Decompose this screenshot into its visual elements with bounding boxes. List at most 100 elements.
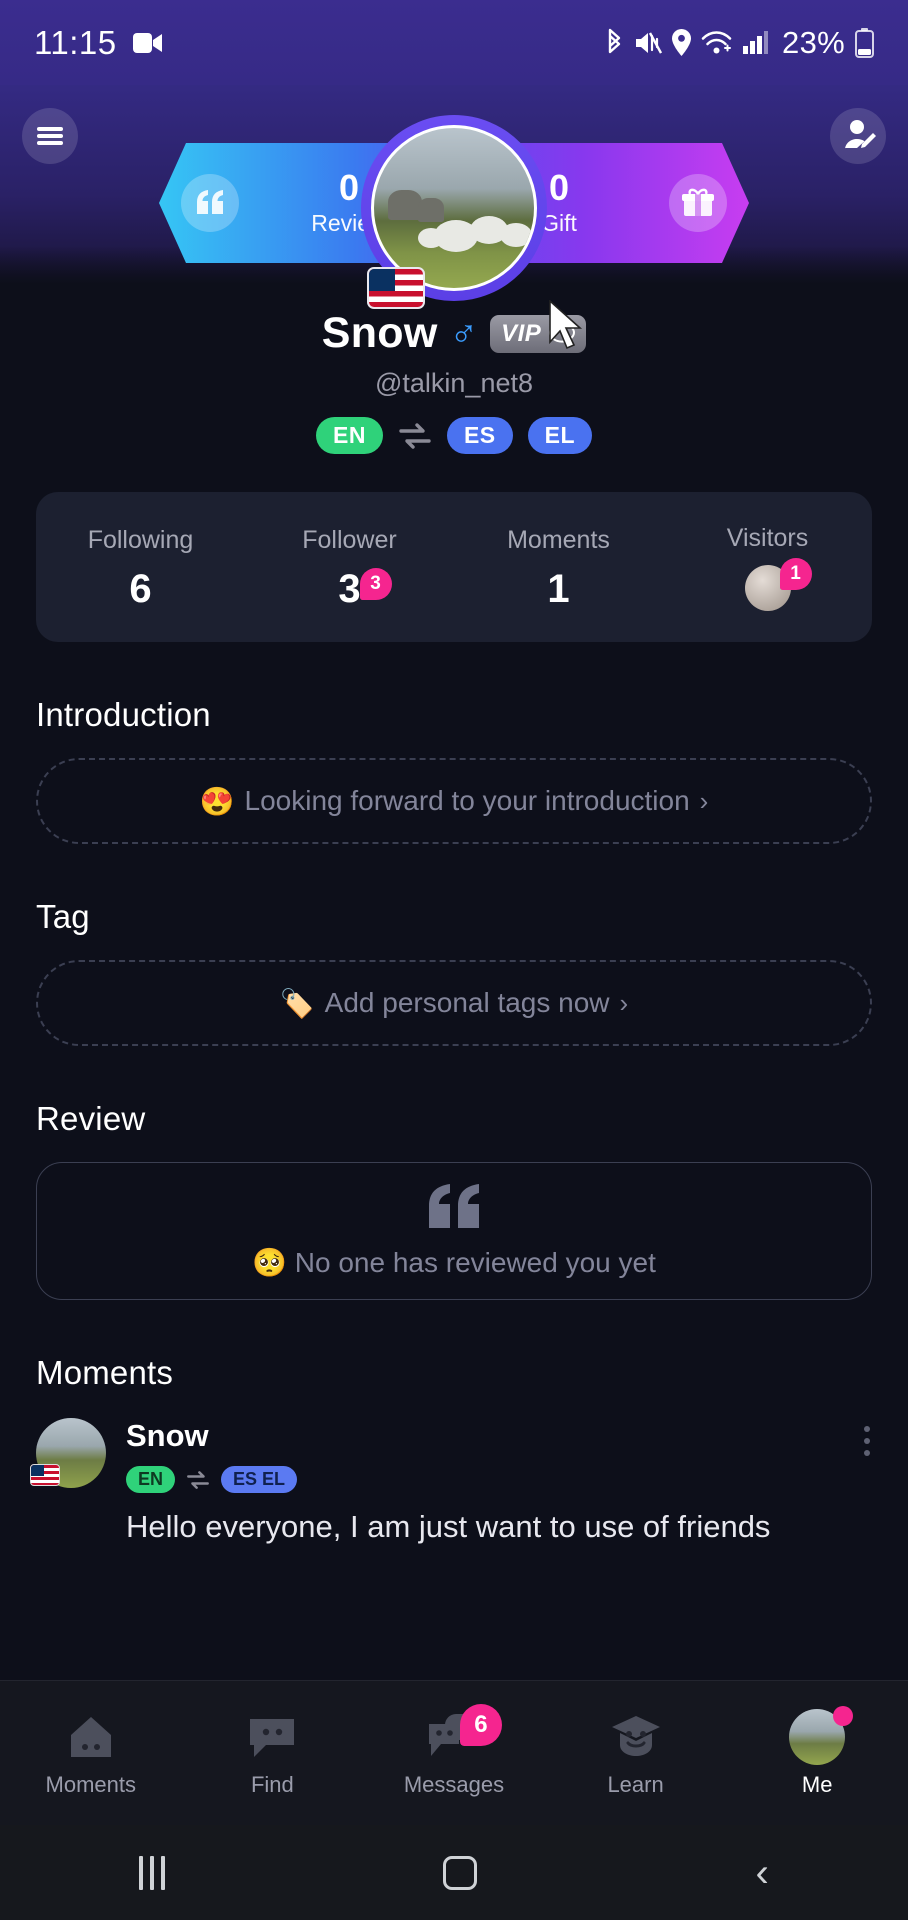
tab-me[interactable]: Me — [726, 1706, 908, 1798]
tab-learn[interactable]: Learn — [545, 1708, 727, 1798]
review-empty-text: No one has reviewed you yet — [294, 1246, 656, 1278]
wifi-icon — [701, 30, 732, 56]
profile-header: 0 Review 0 Gift — [0, 85, 908, 350]
stat-visitors[interactable]: Visitors 1 — [663, 524, 872, 611]
recents-icon[interactable] — [139, 1855, 166, 1890]
tag-placeholder-text: Add personal tags now — [324, 987, 610, 1018]
tab-label: Find — [250, 1772, 294, 1797]
moment-native-language: EN — [126, 1466, 176, 1493]
stat-label: Follower — [302, 525, 397, 554]
user-handle: @talkin_net8 — [374, 368, 533, 398]
introduction-title: Introduction — [36, 696, 211, 733]
stat-label: Following — [87, 525, 194, 554]
back-button-icon[interactable]: ‹ — [756, 1853, 769, 1893]
moment-author-name: Snow — [126, 1418, 209, 1453]
moment-post[interactable]: Snow EN ES EL Hello everyone, I am just … — [30, 1418, 872, 1545]
tab-label: Moments — [45, 1772, 137, 1797]
chat-bubble-icon — [182, 1708, 364, 1766]
moment-author-avatar[interactable] — [30, 1418, 106, 1488]
stat-follower[interactable]: Follower 3 3 — [245, 526, 454, 609]
status-bar-right: 23% — [604, 25, 874, 61]
us-flag-icon — [30, 1464, 60, 1486]
home-button-icon[interactable] — [443, 1855, 478, 1890]
status-bar-left: 11:15 — [34, 24, 163, 62]
chevron-right-icon: › — [699, 785, 709, 816]
heart-eyes-emoji: 😍 — [199, 785, 235, 817]
tab-moments[interactable]: Moments — [0, 1708, 182, 1798]
me-notification-dot — [833, 1706, 854, 1726]
edit-profile-button[interactable] — [830, 108, 886, 164]
moments-title: Moments — [36, 1354, 174, 1391]
introduction-placeholder-text: Looking forward to your introduction — [244, 785, 690, 816]
mute-icon — [634, 30, 663, 56]
vip-label: VIP — [501, 319, 542, 347]
status-time: 11:15 — [34, 23, 117, 61]
visitors-badge: 1 — [779, 557, 812, 590]
hamburger-menu-button[interactable] — [22, 108, 78, 164]
stat-value: 6 — [129, 566, 152, 611]
moment-learning-languages: ES EL — [221, 1466, 298, 1493]
learning-language-badge-0[interactable]: ES — [446, 417, 513, 454]
moment-text: Hello everyone, I am just want to use of… — [126, 1509, 771, 1544]
gift-icon — [669, 174, 727, 232]
edit-profile-icon — [840, 119, 876, 153]
moment-language-badges: EN ES EL — [126, 1466, 872, 1493]
mouse-cursor — [548, 300, 590, 356]
tab-label: Me — [801, 1772, 833, 1797]
user-name: Snow — [321, 309, 438, 357]
stat-moments[interactable]: Moments 1 — [454, 526, 663, 609]
language-swap-icon — [186, 1470, 210, 1489]
chevron-right-icon: › — [619, 987, 629, 1018]
battery-percent: 23% — [782, 24, 845, 60]
add-tag-button[interactable]: 🏷️ Add personal tags now › — [36, 960, 872, 1046]
stat-label: Moments — [507, 525, 610, 554]
male-gender-icon: ♂ — [449, 312, 479, 354]
tag-section: Tag 🏷️ Add personal tags now › — [36, 898, 872, 1046]
profile-avatar[interactable] — [361, 115, 547, 309]
review-empty-state[interactable]: 🥺 No one has reviewed you yet — [36, 1162, 872, 1300]
bluetooth-icon — [604, 28, 624, 58]
review-empty-row: 🥺 No one has reviewed you yet — [252, 1246, 656, 1279]
bottom-tab-bar: Moments Find 6 Messages Learn Me — [0, 1680, 908, 1825]
more-vertical-icon[interactable] — [864, 1426, 870, 1456]
video-camera-icon — [132, 32, 163, 54]
native-language-badge[interactable]: EN — [315, 417, 383, 454]
messages-icon: 6 — [363, 1704, 545, 1766]
learning-language-badge-1[interactable]: EL — [527, 417, 593, 454]
follower-badge: 3 — [359, 567, 392, 600]
language-swap-icon — [398, 422, 432, 449]
tab-label: Learn — [607, 1772, 664, 1797]
tab-find[interactable]: Find — [182, 1708, 364, 1798]
tag-title: Tag — [36, 898, 90, 935]
stat-value: 1 — [547, 566, 570, 611]
name-row: Snow ♂ VIP — [0, 309, 908, 358]
android-nav-bar: ‹ — [0, 1825, 908, 1920]
cellular-signal-icon — [742, 30, 769, 55]
home-icon — [0, 1708, 182, 1766]
location-icon — [672, 29, 692, 56]
language-badges: EN ES EL — [0, 417, 908, 454]
review-section: Review 🥺 No one has reviewed you yet — [36, 1100, 872, 1300]
label-tag-emoji: 🏷️ — [279, 987, 315, 1019]
introduction-placeholder-button[interactable]: 😍 Looking forward to your introduction › — [36, 758, 872, 844]
tab-label: Messages — [403, 1772, 505, 1797]
hamburger-menu-icon — [37, 124, 63, 148]
stats-bar: Following 6 Follower 3 3 Moments 1 Visit… — [36, 492, 872, 642]
profile-avatar-icon — [726, 1706, 908, 1766]
us-flag-icon — [367, 267, 425, 309]
introduction-section: Introduction 😍 Looking forward to your i… — [36, 696, 872, 844]
status-bar: 11:15 23% — [0, 0, 908, 85]
quote-icon — [181, 174, 239, 232]
quote-icon — [425, 1183, 483, 1228]
messages-badge: 6 — [459, 1704, 502, 1746]
battery-icon — [855, 27, 874, 58]
stat-label: Visitors — [726, 523, 809, 552]
pleading-face-emoji: 🥺 — [252, 1246, 287, 1278]
graduation-cap-icon — [545, 1708, 727, 1766]
review-title: Review — [36, 1100, 146, 1137]
moments-section: Moments Snow EN ES EL Hello everyone, I … — [30, 1354, 872, 1545]
stat-value: 3 — [338, 566, 361, 611]
identity-block: Snow ♂ VIP @talkin_net8 EN ES EL — [0, 309, 908, 454]
tab-messages[interactable]: 6 Messages — [363, 1704, 545, 1798]
stat-following[interactable]: Following 6 — [36, 526, 245, 609]
